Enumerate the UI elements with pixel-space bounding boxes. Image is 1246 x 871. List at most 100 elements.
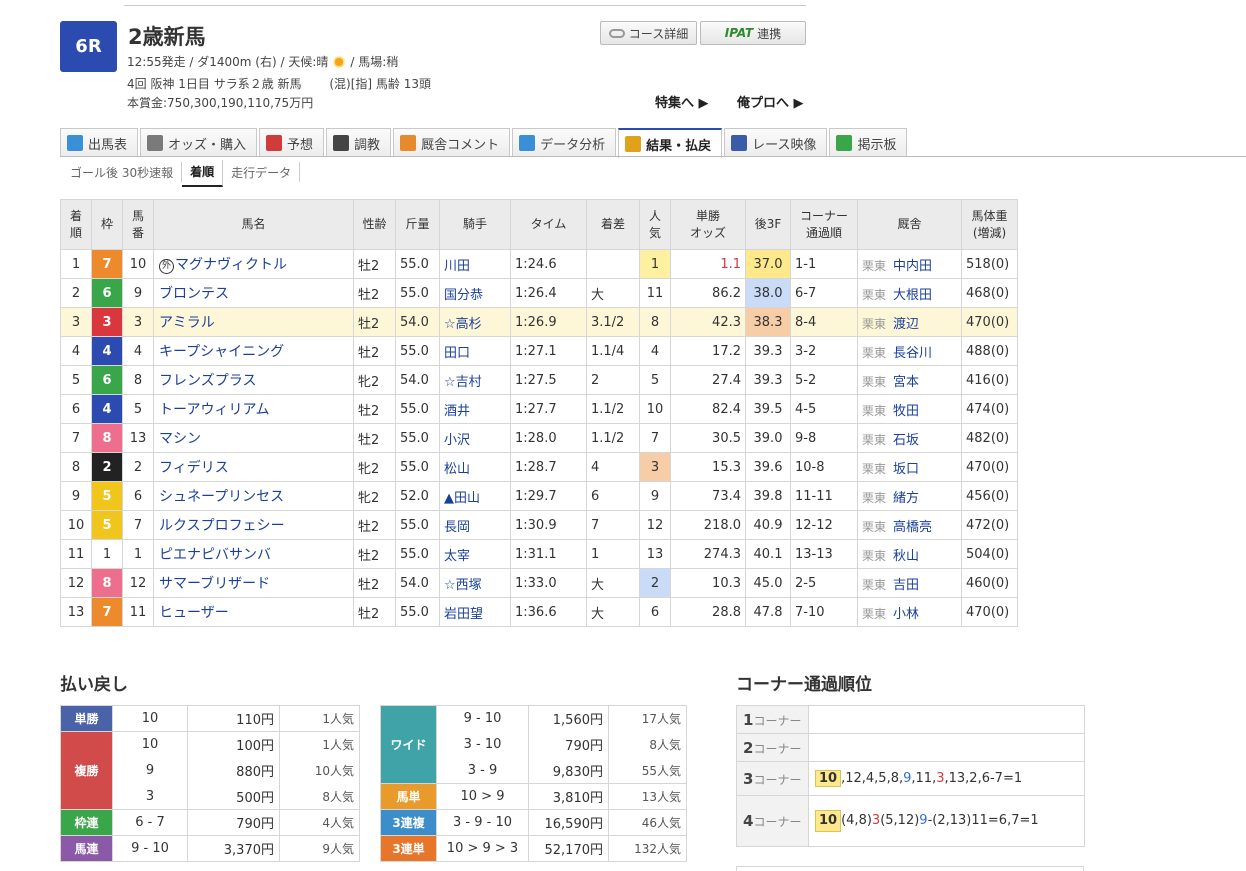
result-row: 12 8 12 サマーブリザード 牡2 54.0 ☆西塚 1:33.0 大 2 10.3 45.0 2-…	[60, 568, 1018, 598]
horse-name[interactable]: シュネープリンセス	[159, 489, 284, 505]
tab-bar-chart[interactable]: データ分析	[512, 128, 617, 157]
horse-name[interactable]: マグナヴィクトル	[175, 257, 287, 273]
tab-odds[interactable]: オッズ・購入	[140, 128, 258, 157]
body-weight: 468(0)	[961, 278, 1018, 308]
popularity: 5	[639, 365, 671, 395]
popularity: 12	[639, 510, 671, 540]
corner-row: 2コーナー	[736, 733, 1085, 762]
trainer-name[interactable]: 坂口	[893, 462, 919, 477]
corner-number: 2	[743, 738, 754, 757]
jockey-name[interactable]: ☆西塚	[439, 568, 511, 598]
horse-number: 9	[122, 278, 154, 308]
jockey-name[interactable]: 酒井	[439, 394, 511, 424]
jockey-name[interactable]: ☆吉村	[439, 365, 511, 395]
orepro-link[interactable]: 俺プロへ ▶	[737, 92, 804, 111]
trainer-name[interactable]: 長谷川	[893, 346, 932, 361]
result-row: 3 3 3 アミラル 牡2 54.0 ☆高杉 1:26.9 3.1/2 8 42.3 38.3 8-4 栗…	[60, 307, 1018, 337]
tab-stopwatch[interactable]: 調教	[326, 128, 392, 157]
tab-stable[interactable]: 厩舎コメント	[393, 128, 511, 157]
trainer-name[interactable]: 秋山	[893, 549, 919, 564]
horse-name-cell[interactable]: ブロンテス	[153, 278, 354, 308]
trainer-name[interactable]: 大根田	[893, 288, 932, 303]
win-odds: 1.1	[670, 249, 746, 279]
tab-target[interactable]: 予想	[259, 128, 325, 157]
feature-link[interactable]: 特集へ ▶	[655, 92, 709, 111]
last-3f: 45.0	[745, 568, 791, 598]
jockey-name[interactable]: 田口	[439, 336, 511, 366]
horse-name[interactable]: トーアウィリアム	[159, 402, 269, 418]
stable-area: 栗東	[862, 432, 887, 447]
jockey-name[interactable]: 長岡	[439, 510, 511, 540]
subnav-quick-result[interactable]: ゴール後 30秒速報	[62, 162, 183, 182]
carried-weight: 52.0	[395, 481, 440, 511]
win-odds: 86.2	[670, 278, 746, 308]
payout-type-label: 複勝	[60, 731, 113, 810]
ipat-link-button[interactable]: IPAT 連携	[700, 21, 806, 45]
horse-name[interactable]: サマーブリザード	[159, 576, 270, 592]
jockey-name[interactable]: 太宰	[439, 539, 511, 569]
trainer-name[interactable]: 小林	[893, 607, 919, 622]
carried-weight: 54.0	[395, 307, 440, 337]
horse-name-cell[interactable]: ルクスプロフェシー	[153, 510, 354, 540]
jockey-name[interactable]: ▲田山	[439, 481, 511, 511]
horse-name-cell[interactable]: トーアウィリアム	[153, 394, 354, 424]
horse-name[interactable]: フレンズプラス	[159, 373, 256, 389]
course-detail-button[interactable]: コース詳細	[600, 21, 697, 45]
trainer-name[interactable]: 宮本	[893, 375, 919, 390]
result-row: 2 6 9 ブロンテス 牡2 55.0 国分恭 1:26.4 大 11 86.2 38.0 6-7 栗東大…	[60, 278, 1018, 308]
trainer-name[interactable]: 渡辺	[893, 317, 919, 332]
win-odds: 218.0	[670, 510, 746, 540]
horse-name-cell[interactable]: フィデリス	[153, 452, 354, 482]
trainer-name[interactable]: 石坂	[893, 433, 919, 448]
corner-order: 9-8	[790, 423, 858, 453]
horse-name[interactable]: ピエナピバサンバ	[159, 547, 271, 563]
payout-popularity: 1人気	[279, 731, 360, 758]
tab-coins[interactable]: 結果・払戻	[618, 128, 723, 158]
jockey-name[interactable]: ☆高杉	[439, 307, 511, 337]
payout-combination: 10	[112, 731, 188, 758]
payout-amount: 110円	[187, 705, 280, 732]
jockey-name[interactable]: 国分恭	[439, 278, 511, 308]
horse-name-cell[interactable]: シュネープリンセス	[153, 481, 354, 511]
tab-label: 調教	[354, 137, 381, 153]
jockey-name[interactable]: 岩田望	[439, 597, 511, 627]
jockey-name[interactable]: 川田	[439, 249, 511, 279]
horse-name[interactable]: ルクスプロフェシー	[159, 518, 285, 534]
horse-name[interactable]: アミラル	[159, 315, 215, 331]
horse-name[interactable]: マシン	[159, 431, 201, 447]
horse-name[interactable]: キープシャイニング	[159, 344, 284, 360]
horse-name-cell[interactable]: 外マグナヴィクトル	[153, 249, 354, 279]
horse-name-cell[interactable]: ヒューザー	[153, 597, 354, 627]
trainer-name[interactable]: 緒方	[893, 491, 919, 506]
horse-name-cell[interactable]: アミラル	[153, 307, 354, 337]
race-info-track: / 馬場:稍	[350, 55, 399, 69]
col-rank: 着順	[60, 199, 92, 250]
tab-divider	[60, 156, 1246, 157]
jockey-name[interactable]: 松山	[439, 452, 511, 482]
tab-video[interactable]: レース映像	[724, 128, 828, 157]
tab-table[interactable]: 出馬表	[60, 128, 139, 157]
horse-name-cell[interactable]: ピエナピバサンバ	[153, 539, 354, 569]
body-weight: 504(0)	[961, 539, 1018, 569]
horse-number: 8	[122, 365, 154, 395]
subnav-order[interactable]: 着順	[182, 160, 224, 187]
carried-weight: 55.0	[395, 249, 440, 279]
last-3f: 47.8	[745, 597, 791, 627]
horse-name-cell[interactable]: サマーブリザード	[153, 568, 354, 598]
payout-row: 3連単 10 > 9 > 3 52,170円 132人気	[380, 835, 687, 862]
horse-name[interactable]: ブロンテス	[159, 286, 229, 302]
horse-name-cell[interactable]: キープシャイニング	[153, 336, 354, 366]
trainer-name[interactable]: 吉田	[893, 578, 919, 593]
horse-name-cell[interactable]: マシン	[153, 423, 354, 453]
tab-chat[interactable]: 掲示板	[829, 128, 908, 157]
carried-weight: 54.0	[395, 365, 440, 395]
trainer-name[interactable]: 中内田	[893, 259, 932, 274]
horse-name[interactable]: フィデリス	[159, 460, 229, 476]
jockey-name[interactable]: 小沢	[439, 423, 511, 453]
corner-leader: 10	[815, 770, 842, 787]
horse-name-cell[interactable]: フレンズプラス	[153, 365, 354, 395]
trainer-name[interactable]: 高橋亮	[893, 520, 932, 535]
horse-name[interactable]: ヒューザー	[159, 605, 229, 621]
trainer-name[interactable]: 牧田	[893, 404, 919, 419]
subnav-running-data[interactable]: 走行データ	[223, 162, 301, 182]
